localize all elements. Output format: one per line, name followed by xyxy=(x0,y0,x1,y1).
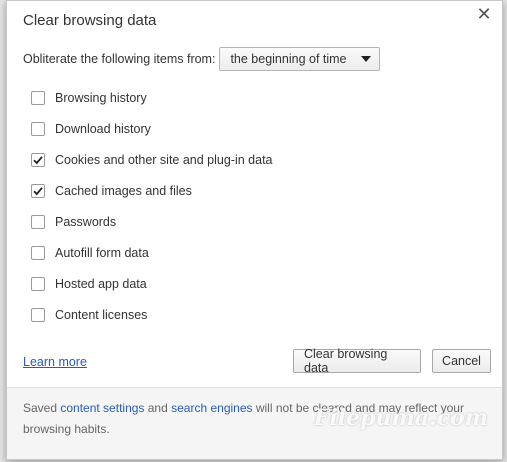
watermark: Filepuma.com xyxy=(313,405,488,431)
option-label: Passwords xyxy=(55,214,117,229)
checkmark-icon xyxy=(33,155,43,164)
content-settings-link[interactable]: content settings xyxy=(60,401,144,415)
checkbox[interactable] xyxy=(31,183,45,198)
option-autofill[interactable]: Autofill form data xyxy=(31,237,273,268)
learn-more-link[interactable]: Learn more xyxy=(23,355,87,369)
option-cookies[interactable]: Cookies and other site and plug-in data xyxy=(31,144,273,175)
dialog-title: Clear browsing data xyxy=(23,12,157,29)
option-label: Content licenses xyxy=(55,307,148,322)
checkbox[interactable] xyxy=(31,276,45,291)
close-icon[interactable]: ✕ xyxy=(474,5,494,25)
time-range-dropdown[interactable]: the beginning of time xyxy=(219,47,380,71)
checkbox[interactable] xyxy=(31,245,45,260)
footer-text-prefix: Saved xyxy=(23,401,61,415)
option-hosted-app-data[interactable]: Hosted app data xyxy=(31,268,273,299)
chevron-down-icon xyxy=(360,56,371,62)
time-range-label: Obliterate the following items from: xyxy=(23,52,216,66)
clear-browsing-data-dialog: Clear browsing data ✕ Obliterate the fol… xyxy=(6,0,503,460)
option-label: Cached images and files xyxy=(55,183,192,198)
clear-browsing-data-button[interactable]: Clear browsing data xyxy=(293,347,421,375)
time-range-row: Obliterate the following items from: the… xyxy=(23,47,380,71)
option-download-history[interactable]: Download history xyxy=(31,113,273,144)
search-engines-link[interactable]: search engines xyxy=(171,401,252,415)
cancel-button[interactable]: Cancel xyxy=(432,349,491,373)
footer-text-middle: and xyxy=(144,401,172,415)
checkbox[interactable] xyxy=(31,90,45,105)
option-browsing-history[interactable]: Browsing history xyxy=(31,82,273,113)
option-label: Cookies and other site and plug-in data xyxy=(55,152,273,167)
option-label: Hosted app data xyxy=(55,276,147,291)
checkbox[interactable] xyxy=(31,307,45,322)
data-type-options: Browsing history Download history Cookie… xyxy=(31,82,273,330)
option-label: Autofill form data xyxy=(55,245,149,260)
checkbox[interactable] xyxy=(31,121,45,136)
option-label: Download history xyxy=(55,121,151,136)
option-label: Browsing history xyxy=(55,90,147,105)
checkbox[interactable] xyxy=(31,214,45,229)
option-content-licenses[interactable]: Content licenses xyxy=(31,299,273,330)
checkbox[interactable] xyxy=(31,152,45,167)
time-range-value: the beginning of time xyxy=(230,52,347,66)
checkmark-icon xyxy=(33,186,43,195)
option-cached-images[interactable]: Cached images and files xyxy=(31,175,273,206)
option-passwords[interactable]: Passwords xyxy=(31,206,273,237)
